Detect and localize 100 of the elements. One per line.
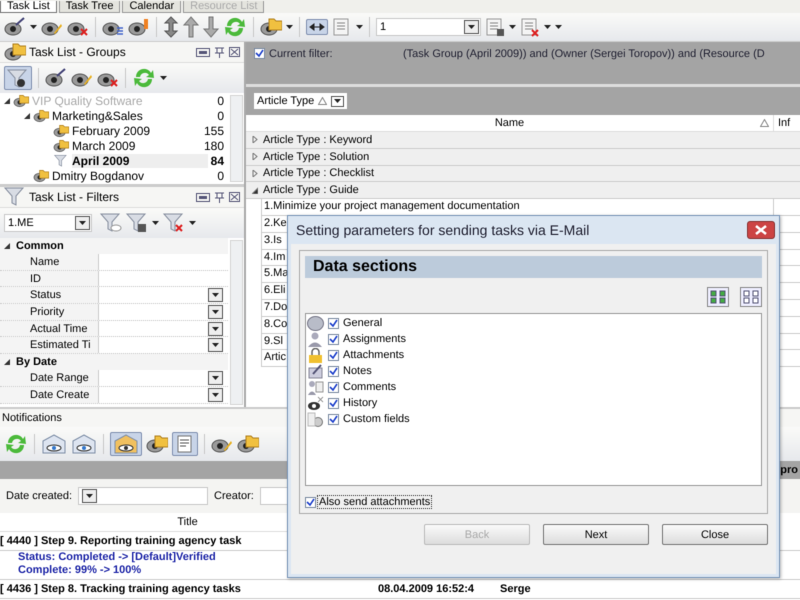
property-value-field[interactable] (99, 304, 228, 320)
section-checkbox[interactable] (328, 366, 339, 376)
new-task-icon[interactable] (4, 17, 26, 37)
dialog-button[interactable]: Close (662, 524, 768, 545)
filter-checkbox[interactable] (254, 48, 265, 59)
dropdown-button[interactable] (208, 370, 223, 385)
caret-icon[interactable] (160, 76, 167, 80)
caret-icon (212, 293, 219, 298)
new-group-icon[interactable] (45, 68, 67, 88)
delete-filter-icon[interactable] (163, 212, 185, 234)
property-value-field[interactable] (99, 370, 228, 386)
notification-title[interactable]: [ 4436 ] Step 8. Tracking training agency tasks (0, 583, 378, 595)
group-row-label[interactable]: Article Type : Solution (263, 150, 370, 163)
dialog-button[interactable]: Next (543, 524, 649, 545)
dropdown-button[interactable] (208, 288, 223, 302)
caret-icon[interactable] (152, 221, 159, 225)
dropdown-button[interactable] (75, 216, 90, 230)
section-checkbox[interactable] (328, 334, 339, 344)
caret-icon[interactable] (286, 25, 293, 29)
section-checkbox[interactable] (328, 398, 339, 408)
window-icon[interactable] (196, 48, 210, 56)
dropdown-button[interactable] (82, 489, 98, 503)
expander-icon[interactable] (4, 243, 10, 249)
arrow-down-icon[interactable] (203, 16, 219, 38)
expander-icon[interactable] (252, 186, 258, 194)
view-field[interactable]: 1 (376, 18, 481, 36)
fit-columns-button[interactable] (306, 19, 328, 35)
section-checkbox[interactable] (328, 382, 339, 392)
item-count: 180 (204, 138, 224, 152)
filter-field[interactable] (78, 487, 208, 505)
column-header[interactable]: pro (780, 464, 800, 476)
filter-field[interactable]: 1.ME (4, 214, 92, 232)
up-down-arrow-icon[interactable] (163, 16, 179, 38)
property-value-field[interactable] (99, 386, 228, 402)
property-value-field[interactable] (99, 254, 228, 270)
envelope-eye-icon[interactable] (41, 433, 67, 455)
dropdown-button[interactable] (208, 322, 223, 336)
filter-group-button[interactable] (4, 66, 32, 90)
dropdown-button[interactable] (331, 96, 344, 106)
caret-icon[interactable] (30, 25, 37, 29)
close-button[interactable] (747, 221, 775, 239)
section-checkbox[interactable] (328, 350, 339, 360)
group-row-label[interactable]: Article Type : Checklist (263, 167, 374, 180)
item-count: 0 (217, 108, 224, 122)
caret-icon (212, 392, 219, 397)
column-header[interactable]: Name (246, 115, 774, 131)
notification-text-button[interactable] (172, 432, 198, 456)
task-view-icon[interactable] (260, 17, 282, 37)
uncheck-all-icon[interactable] (740, 287, 762, 307)
filter-expression: (Task Group (April 2009)) and (Owner (Sergei Toropov)) and (Resource (D (403, 48, 765, 60)
panel-icon[interactable] (4, 42, 26, 62)
close-icon[interactable] (229, 47, 240, 57)
group-row-label[interactable]: Article Type : Guide (263, 184, 359, 196)
close-icon[interactable] (229, 192, 240, 202)
section-label: Comments (343, 381, 396, 393)
check-all-icon[interactable] (707, 287, 729, 307)
item-count: 0 (217, 94, 224, 108)
property-value-field[interactable] (99, 337, 228, 354)
attachments-checkbox[interactable] (305, 496, 316, 508)
arrow-up-icon[interactable] (183, 16, 199, 38)
caret-icon[interactable] (356, 25, 363, 29)
tab[interactable]: Task List (0, 1, 57, 13)
caret-icon[interactable] (509, 25, 516, 29)
caret-icon (212, 310, 219, 314)
save-view-icon[interactable] (485, 17, 505, 37)
pin-icon[interactable] (214, 192, 225, 202)
read-notification-button[interactable] (110, 432, 142, 456)
pin-icon[interactable] (214, 46, 225, 58)
group-by-chip[interactable]: Article Type (254, 93, 348, 109)
column-header[interactable]: Inf (774, 115, 800, 131)
dropdown-button[interactable] (208, 338, 223, 352)
save-filter-icon[interactable] (126, 212, 148, 234)
sort-icon (760, 119, 769, 127)
dropdown-button[interactable] (208, 388, 223, 402)
dropdown-button[interactable] (208, 304, 223, 319)
caret-icon (212, 376, 219, 380)
clear-filter-icon[interactable] (100, 212, 122, 234)
tab[interactable]: Calendar (122, 1, 182, 13)
envelope-eye-icon[interactable] (71, 433, 97, 455)
expander-icon[interactable] (4, 359, 10, 366)
group-row-label[interactable]: Article Type : Keyword (263, 134, 372, 146)
window-icon[interactable] (196, 192, 210, 202)
scrollbar[interactable] (230, 240, 243, 405)
section-heading: Data sections (305, 256, 762, 278)
tab[interactable]: Task Tree (58, 1, 120, 13)
panel-title: Task List - Filters (29, 190, 120, 204)
property-value-field[interactable] (99, 287, 228, 304)
delete-view-icon[interactable] (520, 17, 540, 37)
checkbox-label[interactable]: Also send attachments (318, 496, 432, 508)
task-priority-icon[interactable] (128, 17, 150, 37)
section-checkbox[interactable] (328, 414, 339, 424)
column-header[interactable]: Title (177, 513, 198, 531)
property-value-field[interactable] (99, 270, 228, 286)
filter-label: Creator: (214, 490, 254, 502)
property-value-field[interactable] (99, 320, 228, 336)
scrollbar[interactable] (230, 95, 243, 182)
section-checkbox[interactable] (328, 318, 339, 328)
caret-icon[interactable] (189, 221, 196, 225)
change-text: Status: Completed -> [Default]Verified (18, 551, 217, 564)
dropdown-button[interactable] (464, 20, 479, 34)
